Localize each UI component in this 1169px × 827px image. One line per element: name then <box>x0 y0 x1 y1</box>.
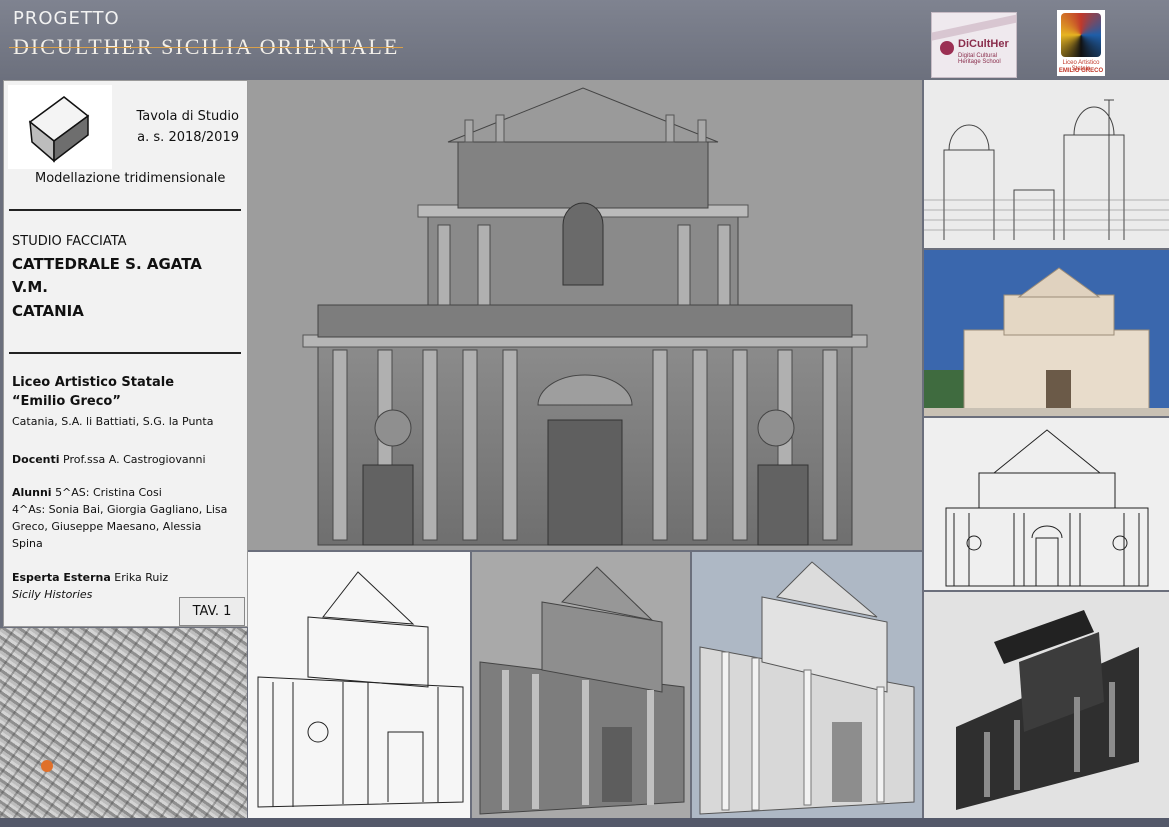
cube-icon <box>8 85 112 169</box>
school-name-1: Liceo Artistico Statale <box>12 375 175 390</box>
tav-badge: TAV. 1 <box>179 597 245 626</box>
school-name-2: “Emilio Greco” <box>12 394 121 409</box>
header-bar: PROGETTO DICULTHER SICILIA ORIENTALE DiC… <box>0 0 1169 80</box>
esperta: Esperta Esterna Erika Ruiz <box>12 571 168 584</box>
docenti-label: Docenti <box>12 453 60 466</box>
esperta-org: Sicily Histories <box>12 588 93 601</box>
historic-engraving-image <box>924 80 1169 248</box>
title-line-2: V.M. <box>12 278 48 296</box>
facade-line-drawing <box>924 418 1169 590</box>
cathedral-photo <box>924 250 1169 416</box>
facade-perspective-gray-render <box>472 552 690 818</box>
school-year: a. s. 2018/2019 <box>137 130 239 145</box>
info-panel: Tavola di Studio a. s. 2018/2019 Modella… <box>3 80 248 627</box>
diculther-logo-tagline: Digital Cultural Heritage School <box>958 53 1001 65</box>
alunni-label: Alunni <box>12 486 52 499</box>
docenti: Docenti Prof.ssa A. Castrogiovanni <box>12 453 206 466</box>
liceo-logo-line2: EMILIO GRECO <box>1058 68 1104 74</box>
facade-perspective-light-render <box>692 552 922 818</box>
studio-label: STUDIO FACCIATA <box>12 234 127 249</box>
divider <box>9 352 241 354</box>
city-map-image <box>0 628 247 818</box>
divider <box>9 209 241 211</box>
tavola-label: Tavola di Studio <box>136 109 239 124</box>
alunni-line-3: Greco, Giuseppe Maesano, Alessia <box>12 520 202 533</box>
esperta-value: Erika Ruiz <box>114 571 169 584</box>
facade-shaded-render-dark <box>924 592 1169 818</box>
diculther-logo: DiCultHer Digital Cultural Heritage Scho… <box>931 12 1017 78</box>
facade-perspective-wireframe <box>248 552 470 818</box>
project-title: DICULTHER SICILIA ORIENTALE <box>8 34 404 59</box>
alunni-line-1: 5^AS: Cristina Cosi <box>55 486 162 499</box>
alunni-line-2: 4^As: Sonia Bai, Giorgia Gagliano, Lisa <box>12 503 228 516</box>
esperta-label: Esperta Esterna <box>12 571 111 584</box>
alunni: Alunni 5^AS: Cristina Cosi <box>12 486 162 499</box>
footer-strip <box>0 818 1169 827</box>
title-line-1: CATTEDRALE S. AGATA <box>12 255 202 273</box>
diculther-logo-name: DiCultHer <box>958 38 1009 50</box>
title-line-3: CATANIA <box>12 302 84 320</box>
project-label: PROGETTO <box>13 8 120 29</box>
docenti-value: Prof.ssa A. Castrogiovanni <box>63 453 206 466</box>
location-marker-icon <box>41 760 53 772</box>
facade-front-render <box>248 80 922 550</box>
liceo-logo: Liceo Artistico Statale EMILIO GRECO <box>1057 10 1105 76</box>
school-locations: Catania, S.A. li Battiati, S.G. la Punta <box>12 415 214 428</box>
alunni-line-4: Spina <box>12 537 43 550</box>
modellazione-label: Modellazione tridimensionale <box>35 171 226 186</box>
